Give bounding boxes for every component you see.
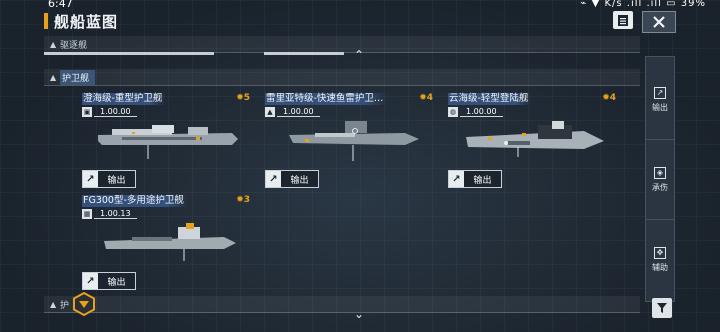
export-button[interactable]: ↗ 输出 bbox=[265, 170, 319, 188]
filter-button[interactable] bbox=[652, 298, 672, 318]
document-button[interactable] bbox=[613, 11, 633, 29]
version-icon: ◍ bbox=[448, 107, 458, 117]
section-header-destroyer[interactable]: ▲ 驱逐舰 bbox=[44, 36, 640, 53]
section-label: 护 bbox=[60, 300, 70, 311]
document-icon bbox=[618, 14, 628, 26]
version-icon: ▦ bbox=[82, 209, 92, 219]
arrow-out-icon: ↗ bbox=[83, 273, 98, 289]
status-bar: 6:47 ⌁ ▼ K/s .ıll .ıll ▭ 39% bbox=[0, 0, 720, 10]
gear-icon: ✹ bbox=[236, 195, 244, 205]
cost-badge: ✹4 bbox=[602, 93, 616, 103]
section-label: 驱逐舰 bbox=[60, 40, 88, 51]
divider bbox=[646, 219, 674, 220]
divider bbox=[264, 52, 344, 55]
cost-badge: ✹3 bbox=[236, 195, 250, 205]
version-row: ◍ 1.00.00 bbox=[448, 107, 503, 117]
page-header: 舰船蓝图 bbox=[44, 11, 118, 31]
ship-card[interactable]: 雷里亚特级-快速鱼雷护卫… ✹4 ▲ 1.00.00 ↗ 输出 bbox=[265, 93, 433, 188]
version-text: 1.00.13 bbox=[94, 209, 137, 219]
ship-name: 澄海级-重型护卫舰 bbox=[82, 93, 167, 105]
export-button[interactable]: ↗ 输出 bbox=[82, 170, 136, 188]
divider bbox=[646, 139, 674, 140]
filter-icon bbox=[657, 303, 667, 313]
page-title: 舰船蓝图 bbox=[54, 12, 119, 31]
close-icon bbox=[653, 16, 665, 28]
chevron-down-icon[interactable]: ⌄ bbox=[354, 307, 364, 321]
export-button[interactable]: ↗ 输出 bbox=[448, 170, 502, 188]
ship-blueprint-image bbox=[289, 121, 419, 161]
gear-icon: ✹ bbox=[236, 93, 244, 103]
title-accent bbox=[44, 13, 48, 29]
sidebar-item-tank[interactable]: ◈ 承伤 bbox=[646, 167, 674, 193]
section-header-bottom[interactable]: ▲ 护 bbox=[44, 296, 640, 313]
divider bbox=[44, 52, 214, 55]
collapse-arrow-icon: ▲ bbox=[50, 299, 57, 309]
version-row: ▣ 1.00.00 bbox=[82, 107, 137, 117]
cost-badge: ✹5 bbox=[236, 93, 250, 103]
ship-blueprint-image bbox=[98, 125, 238, 159]
blueprint-list[interactable]: ▲ 驱逐舰 ⌃ ▲ 护卫舰 澄海级-重型护卫舰 ✹5 ▣ 1.00.00 ↗ 输… bbox=[44, 33, 640, 332]
version-row: ▦ 1.00.13 bbox=[82, 209, 137, 219]
ship-card[interactable]: 澄海级-重型护卫舰 ✹5 ▣ 1.00.00 ↗ 输出 bbox=[82, 93, 250, 188]
version-text: 1.00.00 bbox=[460, 107, 503, 117]
cost-badge: ✹4 bbox=[419, 93, 433, 103]
sidebar-item-support[interactable]: ✥ 辅助 bbox=[646, 247, 674, 273]
version-text: 1.00.00 bbox=[94, 107, 137, 117]
support-icon: ✥ bbox=[654, 247, 666, 259]
version-icon: ▣ bbox=[82, 107, 92, 117]
arrow-out-icon: ↗ bbox=[449, 171, 464, 187]
export-icon: ↗ bbox=[654, 87, 666, 99]
ship-blueprint-image bbox=[466, 121, 604, 157]
ship-name: 雷里亚特级-快速鱼雷护卫… bbox=[265, 93, 388, 105]
gear-icon: ✹ bbox=[602, 93, 610, 103]
chevron-up-icon[interactable]: ⌃ bbox=[354, 48, 364, 62]
section-label: 护卫舰 bbox=[60, 69, 96, 85]
shield-icon: ◈ bbox=[654, 167, 666, 179]
version-row: ▲ 1.00.00 bbox=[265, 107, 320, 117]
ship-card[interactable]: 云海级-轻型登陆舰 ✹4 ◍ 1.00.00 ↗ 输出 bbox=[448, 93, 616, 188]
arrow-out-icon: ↗ bbox=[83, 171, 98, 187]
export-button[interactable]: ↗ 输出 bbox=[82, 272, 136, 290]
version-text: 1.00.00 bbox=[277, 107, 320, 117]
section-header-escort[interactable]: ▲ 护卫舰 bbox=[44, 69, 640, 86]
version-icon: ▲ bbox=[265, 107, 275, 117]
ship-name: 云海级-轻型登陆舰 bbox=[448, 93, 533, 105]
sidebar-item-export[interactable]: ↗ 输出 bbox=[646, 87, 674, 113]
status-time: 6:47 bbox=[48, 0, 73, 10]
ship-card[interactable]: FG300型-多用途护卫舰 ✹3 ▦ 1.00.13 ↗ 输出 bbox=[82, 195, 250, 290]
ship-name: FG300型-多用途护卫舰 bbox=[82, 195, 188, 207]
collapse-arrow-icon: ▲ bbox=[50, 39, 57, 49]
arrow-out-icon: ↗ bbox=[266, 171, 281, 187]
close-button[interactable] bbox=[642, 11, 676, 33]
gear-icon: ✹ bbox=[419, 93, 427, 103]
filter-sidebar: ↗ 输出 ◈ 承伤 ✥ 辅助 bbox=[645, 56, 675, 302]
hex-menu-button[interactable] bbox=[72, 292, 96, 316]
collapse-arrow-icon: ▲ bbox=[50, 72, 57, 82]
ship-blueprint-image bbox=[104, 223, 236, 261]
status-indicators: ⌁ ▼ K/s .ıll .ıll ▭ 39% bbox=[580, 0, 706, 9]
